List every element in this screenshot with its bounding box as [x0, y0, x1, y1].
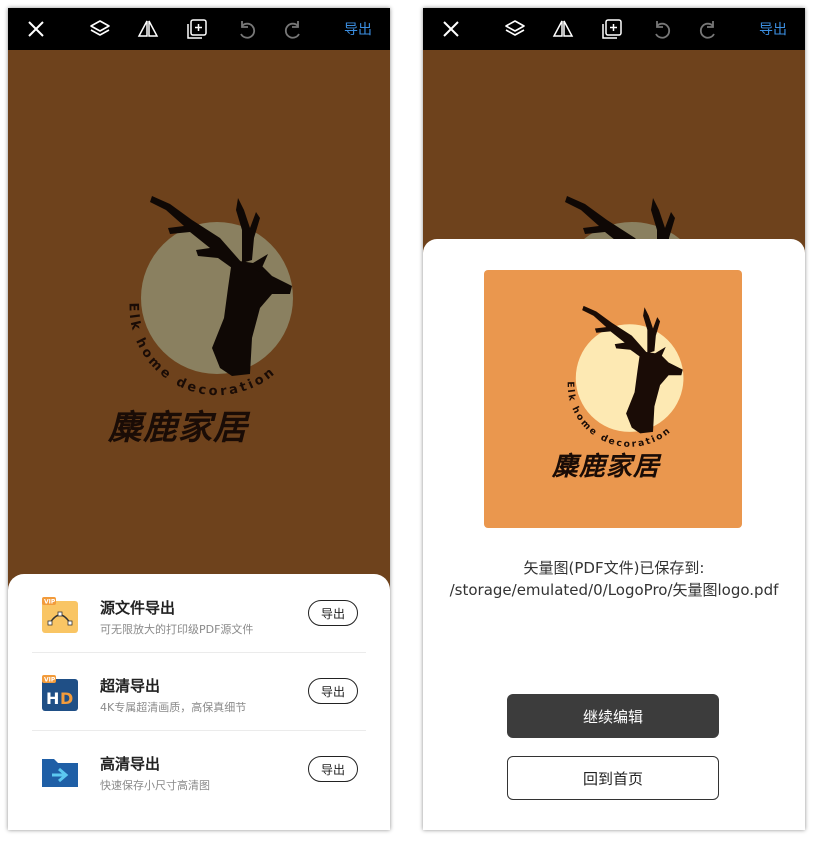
- undo-icon[interactable]: [234, 17, 258, 41]
- svg-text:VIP: VIP: [44, 599, 56, 606]
- export-button[interactable]: 导出: [759, 19, 787, 39]
- left-screen: 导出 Elk home decoration 麋鹿家居 VIP 源文件导出 可无…: [8, 8, 390, 830]
- redo-icon[interactable]: [282, 17, 306, 41]
- flip-icon[interactable]: [551, 17, 575, 41]
- flip-icon[interactable]: [136, 17, 160, 41]
- export-ultra-hd-button[interactable]: 导出: [308, 678, 358, 704]
- continue-edit-button[interactable]: 继续编辑: [507, 694, 719, 738]
- vector-pdf-icon: VIP: [42, 597, 78, 633]
- redo-icon[interactable]: [697, 17, 721, 41]
- layers-icon[interactable]: [503, 17, 527, 41]
- option-title: 源文件导出: [100, 599, 176, 617]
- saved-message: 矢量图(PDF文件)已保存到:: [523, 559, 705, 577]
- close-icon[interactable]: [439, 17, 463, 41]
- hd-icon: VIP H D: [42, 675, 78, 711]
- option-subtitle: 4K专属超清画质，高保真细节: [100, 701, 247, 714]
- svg-text:VIP: VIP: [44, 677, 56, 684]
- option-title: 超清导出: [100, 677, 161, 695]
- export-options-sheet: VIP 源文件导出 可无限放大的打印级PDF源文件 导出 VIP H D 超清导…: [8, 574, 390, 830]
- folder-export-icon: [42, 759, 78, 787]
- back-home-button[interactable]: 回到首页: [507, 756, 719, 800]
- editor-toolbar: 导出: [423, 8, 805, 50]
- export-source-button[interactable]: 导出: [308, 600, 358, 626]
- export-hd-button[interactable]: 导出: [308, 756, 358, 782]
- export-success-dialog: Elk home decoration 麋鹿家居 矢量图(PDF文件)已保存到:…: [423, 239, 805, 830]
- option-subtitle: 快速保存小尺寸高清图: [100, 779, 210, 792]
- brand-name: 麋鹿家居: [552, 452, 661, 482]
- layers-icon[interactable]: [88, 17, 112, 41]
- svg-text:H: H: [46, 689, 59, 708]
- add-box-icon[interactable]: [185, 17, 209, 41]
- right-screen: 导出 Elk home decoration 麋鹿家居 矢量图(PDF文件)已保…: [423, 8, 805, 830]
- export-option-ultra-hd[interactable]: VIP H D 超清导出 4K专属超清画质，高保真细节 导出: [32, 652, 366, 731]
- elk-logo-thumbnail: Elk home decoration: [565, 305, 684, 450]
- export-option-hd[interactable]: 高清导出 快速保存小尺寸高清图 导出: [32, 730, 366, 808]
- elk-logo[interactable]: Elk home decoration: [92, 168, 312, 408]
- undo-icon[interactable]: [649, 17, 673, 41]
- editor-toolbar: 导出: [8, 8, 390, 50]
- brand-name: 麋鹿家居: [108, 408, 248, 448]
- logo-thumbnail: Elk home decoration 麋鹿家居: [484, 270, 742, 528]
- export-button[interactable]: 导出: [344, 19, 372, 39]
- export-option-source[interactable]: VIP 源文件导出 可无限放大的打印级PDF源文件 导出: [32, 574, 366, 653]
- option-subtitle: 可无限放大的打印级PDF源文件: [100, 623, 254, 636]
- add-box-icon[interactable]: [600, 17, 624, 41]
- option-title: 高清导出: [100, 755, 161, 773]
- saved-path: /storage/emulated/0/LogoPro/矢量图logo.pdf: [449, 581, 779, 599]
- close-icon[interactable]: [24, 17, 48, 41]
- svg-text:D: D: [60, 689, 73, 708]
